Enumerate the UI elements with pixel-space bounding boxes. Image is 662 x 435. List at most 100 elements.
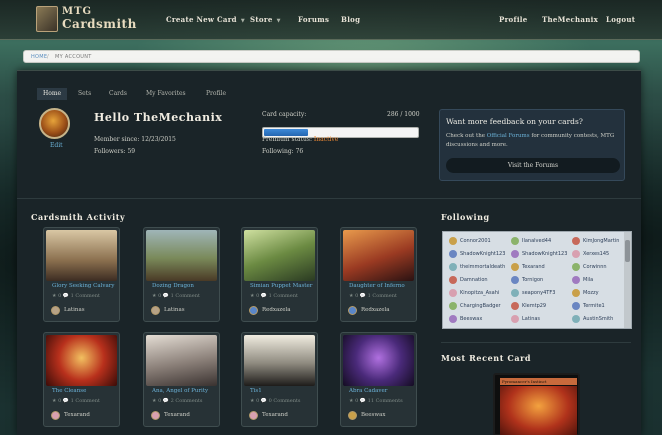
card-name-link[interactable]: Daughter of Inferno	[349, 283, 405, 289]
followers-count: Followers: 59	[94, 148, 136, 155]
tab-home[interactable]: Home	[37, 88, 68, 100]
activity-card[interactable]: Abra Cadaver ★ 0 💬 11 Comments Beeswax	[340, 332, 417, 427]
author-avatar-icon[interactable]	[51, 306, 60, 315]
author-avatar-icon[interactable]	[51, 411, 60, 420]
tab-profile[interactable]: Profile	[200, 88, 232, 100]
user-avatar-icon	[511, 237, 519, 245]
capacity-label: Card capacity:	[262, 111, 307, 118]
card-author[interactable]: Beeswax	[361, 412, 385, 418]
activity-title: Cardsmith Activity	[31, 212, 126, 222]
card-name-link[interactable]: The Cleanse	[52, 388, 86, 394]
following-username[interactable]: theimmortaldeath	[460, 264, 505, 270]
user-avatar-icon	[572, 302, 580, 310]
card-author[interactable]: Redxazela	[262, 307, 291, 313]
author-avatar-icon[interactable]	[348, 306, 357, 315]
nav-username[interactable]: TheMechanix	[542, 15, 598, 24]
following-scrollbar[interactable]	[624, 232, 631, 328]
author-avatar-icon[interactable]	[348, 411, 357, 420]
tab-sets[interactable]: Sets	[72, 88, 97, 100]
avatar[interactable]	[39, 108, 70, 139]
card-art-thumbnail[interactable]	[46, 230, 117, 281]
following-username[interactable]: ShadowKnight123	[460, 251, 505, 257]
card-name-link[interactable]: Dozing Dragon	[152, 283, 194, 289]
official-forums-link[interactable]: Official Forums	[487, 133, 530, 139]
following-username[interactable]: Mila	[583, 277, 593, 283]
recent-card-title: Most Recent Card	[441, 353, 532, 363]
following-username[interactable]: Termite1	[583, 303, 605, 309]
nav-store[interactable]: Store ▼	[250, 15, 281, 24]
following-username[interactable]: Xerxes145	[583, 251, 609, 257]
following-username[interactable]: Kinopitza_Asahi	[460, 290, 499, 296]
card-author[interactable]: Latinas	[164, 307, 185, 313]
card-art-thumbnail[interactable]	[343, 335, 414, 386]
activity-card[interactable]: The Cleanse ★ 0 💬 1 Comment Texarand	[43, 332, 120, 427]
card-author[interactable]: Redxazela	[361, 307, 390, 313]
activity-card[interactable]: Glory Seeking Calvary ★ 0 💬 1 Comment Lati…	[43, 227, 120, 322]
card-author[interactable]: Texarand	[164, 412, 190, 418]
following-username[interactable]: Latinas	[522, 316, 540, 322]
following-username[interactable]: Mozzy	[583, 290, 599, 296]
card-art-thumbnail[interactable]	[146, 335, 217, 386]
card-stats: ★ 0 💬 0 Comments	[250, 398, 301, 404]
card-stats: ★ 0 💬 11 Comments	[349, 398, 403, 404]
card-author[interactable]: Texarand	[64, 412, 90, 418]
author-avatar-icon[interactable]	[249, 306, 258, 315]
activity-card[interactable]: Daughter of Inferno ★ 0 💬 1 Comment Redxaz…	[340, 227, 417, 322]
activity-card[interactable]: Simian Puppet Master ★ 0 💬 1 Comment Redxa…	[241, 227, 318, 322]
user-avatar-icon	[572, 263, 580, 271]
following-title: Following	[441, 212, 490, 222]
following-list: Connor2001 Ilanalved44 KimJongMartin Shadow…	[442, 231, 632, 329]
nav-forums[interactable]: Forums	[298, 15, 329, 24]
card-author[interactable]: Latinas	[64, 307, 85, 313]
nav-profile[interactable]: Profile	[499, 15, 528, 24]
card-art-thumbnail[interactable]	[343, 230, 414, 281]
tab-cards[interactable]: Cards	[103, 88, 133, 100]
following-username[interactable]: Damnation	[460, 277, 488, 283]
recent-card-art	[500, 386, 577, 435]
forum-feedback-box: Want more feedback on your cards? Check …	[439, 109, 625, 181]
user-avatar-icon	[449, 289, 457, 297]
following-username[interactable]: Corwinnn	[583, 264, 607, 270]
card-author[interactable]: Texarand	[262, 412, 288, 418]
following-username[interactable]: Ilanalved44	[522, 238, 551, 244]
tab-my-favorites[interactable]: My Favorites	[140, 88, 192, 100]
card-name-link[interactable]: Simian Puppet Master	[250, 283, 312, 289]
activity-card[interactable]: Tis1 ★ 0 💬 0 Comments Texarand	[241, 332, 318, 427]
activity-card[interactable]: Ana, Angel of Purity ★ 0 💬 2 Comments Texa…	[143, 332, 220, 427]
nav-logout[interactable]: Logout	[606, 15, 635, 24]
card-name-link[interactable]: Tis1	[250, 388, 262, 394]
card-art-thumbnail[interactable]	[146, 230, 217, 281]
card-name-link[interactable]: Glory Seeking Calvary	[52, 283, 115, 289]
following-username[interactable]: Texarand	[522, 264, 545, 270]
following-username[interactable]: AustinSmith	[583, 316, 613, 322]
logo-emblem-icon	[36, 6, 58, 32]
edit-avatar-link[interactable]: Edit	[50, 142, 63, 149]
breadcrumb-home[interactable]: HOME	[31, 54, 47, 60]
author-avatar-icon[interactable]	[151, 306, 160, 315]
visit-forums-button[interactable]: Visit the Forums	[446, 158, 620, 173]
user-avatar-icon	[572, 315, 580, 323]
following-username[interactable]: seapony4TF3	[522, 290, 555, 296]
author-avatar-icon[interactable]	[249, 411, 258, 420]
account-panel: Home Sets Cards My Favorites Profile Edi…	[17, 70, 641, 435]
activity-card[interactable]: Dozing Dragon ★ 0 💬 1 Comment Latinas	[143, 227, 220, 322]
following-username[interactable]: Klemtp29	[522, 303, 546, 309]
following-username[interactable]: ShadowKnight123	[522, 251, 567, 257]
most-recent-card[interactable]: Pyromancer's Instinct	[493, 373, 580, 435]
following-username[interactable]: ChargingBadger	[460, 303, 501, 309]
card-name-link[interactable]: Abra Cadaver	[349, 388, 387, 394]
site-logo[interactable]: MTG Cardsmith	[36, 5, 140, 35]
card-art-thumbnail[interactable]	[244, 230, 315, 281]
following-username[interactable]: Tornigon	[522, 277, 543, 283]
scrollbar-thumb[interactable]	[625, 240, 630, 262]
premium-status-value: Inactive	[313, 136, 339, 143]
nav-create-new-card[interactable]: Create New Card ▼	[166, 15, 245, 24]
following-username[interactable]: KimJongMartin	[583, 238, 619, 244]
card-art-thumbnail[interactable]	[244, 335, 315, 386]
card-art-thumbnail[interactable]	[46, 335, 117, 386]
nav-blog[interactable]: Blog	[341, 15, 360, 24]
following-username[interactable]: Beeswax	[460, 316, 482, 322]
following-username[interactable]: Connor2001	[460, 238, 491, 244]
card-name-link[interactable]: Ana, Angel of Purity	[152, 388, 208, 394]
author-avatar-icon[interactable]	[151, 411, 160, 420]
